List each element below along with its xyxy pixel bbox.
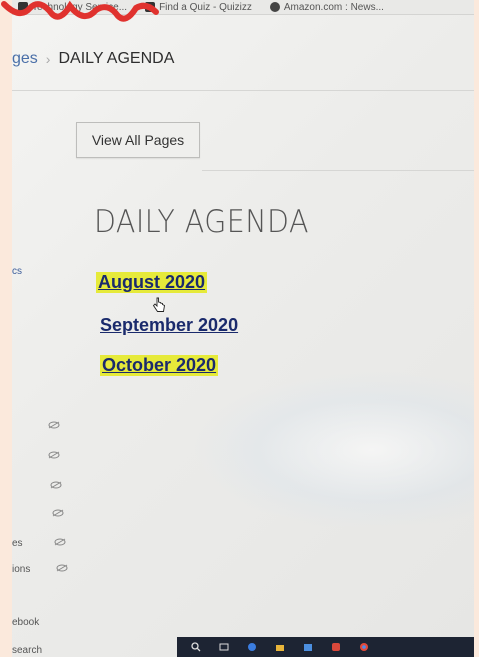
- page-icon: [18, 2, 28, 12]
- bookmark-label: Amazon.com : News...: [283, 1, 384, 13]
- hand-cursor-icon: [152, 297, 165, 312]
- sidebar-item-fragment[interactable]: es: [12, 538, 23, 549]
- sidebar-item-fragment[interactable]: search: [12, 645, 42, 656]
- sidebar-item-fragment[interactable]: ebook: [12, 617, 39, 628]
- screen-photo: Technology Service... Find a Quiz - Quiz…: [12, 0, 474, 657]
- hidden-eye-icon: [52, 509, 64, 517]
- task-view-icon[interactable]: [219, 642, 229, 652]
- bookmark-technology-service[interactable]: Technology Service...: [18, 2, 127, 13]
- hidden-eye-icon: [54, 538, 66, 546]
- agenda-link-october-2020[interactable]: October 2020: [100, 355, 219, 376]
- bookmark-label: Technology Service...: [32, 1, 128, 13]
- bookmarks-bar: Technology Service... Find a Quiz - Quiz…: [12, 0, 474, 15]
- breadcrumb-separator: ›: [45, 51, 51, 67]
- agenda-link-august-2020[interactable]: August 2020: [96, 272, 208, 293]
- amazon-icon: [269, 2, 280, 12]
- quizizz-icon: [145, 2, 156, 12]
- page-title: DAILY AGENDA: [94, 204, 309, 240]
- breadcrumb: ges › DAILY AGENDA: [12, 50, 174, 68]
- bookmark-label: Find a Quiz - Quizizz: [159, 1, 252, 13]
- screen-glare: [192, 370, 474, 530]
- taskbar: [177, 637, 474, 657]
- app-icon[interactable]: [331, 642, 341, 652]
- hidden-eye-icon: [50, 481, 62, 489]
- hidden-eye-icon: [48, 421, 60, 429]
- hidden-eye-icon: [48, 451, 60, 459]
- breadcrumb-current: DAILY AGENDA: [58, 50, 175, 67]
- bookmark-amazon[interactable]: Amazon.com : News...: [269, 1, 384, 13]
- view-all-pages-button[interactable]: View All Pages: [76, 122, 200, 158]
- divider: [202, 170, 474, 171]
- sidebar-item-fragment[interactable]: cs: [12, 266, 22, 277]
- search-icon[interactable]: [191, 642, 201, 652]
- sidebar-item-fragment[interactable]: ions: [12, 564, 30, 575]
- hidden-eye-icon: [56, 564, 68, 572]
- edge-icon[interactable]: [247, 642, 257, 652]
- breadcrumb-parent-link[interactable]: ges: [12, 50, 38, 68]
- divider: [12, 90, 474, 91]
- bookmark-quizizz[interactable]: Find a Quiz - Quizizz: [145, 2, 252, 13]
- agenda-link-september-2020[interactable]: September 2020: [98, 315, 240, 336]
- store-icon[interactable]: [303, 642, 313, 652]
- file-explorer-icon[interactable]: [275, 642, 285, 652]
- chrome-icon[interactable]: [359, 642, 369, 652]
